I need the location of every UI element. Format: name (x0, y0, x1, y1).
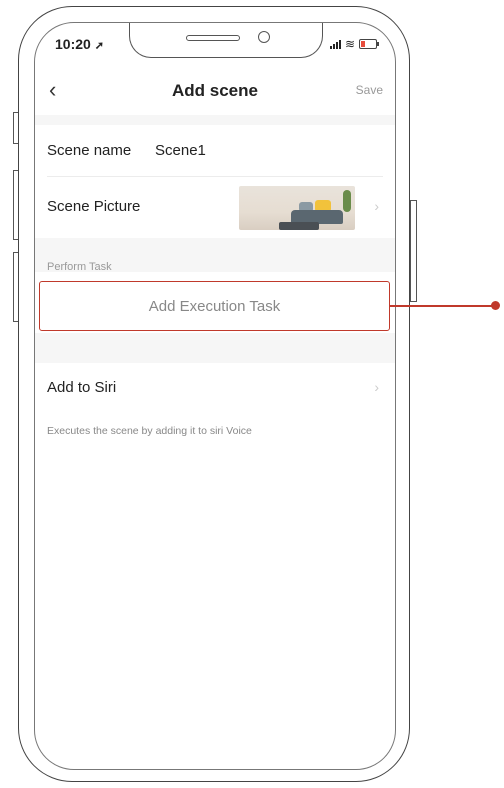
scene-name-row[interactable]: Scene name Scene1 (35, 125, 395, 177)
chevron-right-icon: › (374, 379, 379, 395)
power-button (410, 200, 417, 302)
signal-icon (329, 39, 341, 49)
section-separator (35, 115, 395, 125)
phone-screen: 10:20 ➚ ≋ ‹ Add scene Save Scene name Sc… (34, 22, 396, 770)
scene-picture-thumbnail[interactable] (239, 186, 355, 230)
navigation-bar: ‹ Add scene Save (35, 71, 395, 111)
battery-icon (359, 39, 379, 49)
callout-dot (491, 301, 500, 310)
status-icons: ≋ (329, 37, 379, 51)
divider (47, 176, 383, 177)
add-to-siri-row[interactable]: Add to Siri › (35, 363, 395, 413)
perform-task-label: Perform Task (47, 261, 112, 273)
chevron-left-icon[interactable]: ‹ (49, 77, 56, 103)
camera-icon (258, 31, 270, 43)
location-arrow-icon: ➚ (94, 40, 104, 52)
scene-picture-row[interactable]: Scene Picture › (35, 178, 395, 238)
scene-picture-label: Scene Picture (47, 198, 141, 215)
wifi-icon: ≋ (344, 37, 355, 51)
siri-description: Executes the scene by adding it to siri … (47, 425, 252, 437)
notch (129, 23, 323, 58)
chevron-right-icon: › (374, 198, 379, 214)
scene-name-input[interactable]: Scene1 (155, 142, 206, 159)
page-title: Add scene (172, 81, 258, 100)
status-time: 10:20 ➚ (55, 36, 104, 52)
speaker-grill (186, 35, 240, 41)
add-to-siri-label: Add to Siri (47, 379, 117, 396)
scene-name-label: Scene name (47, 142, 132, 159)
callout-line (389, 305, 495, 307)
save-button[interactable]: Save (356, 83, 383, 97)
add-execution-task-button[interactable]: Add Execution Task (39, 281, 390, 331)
